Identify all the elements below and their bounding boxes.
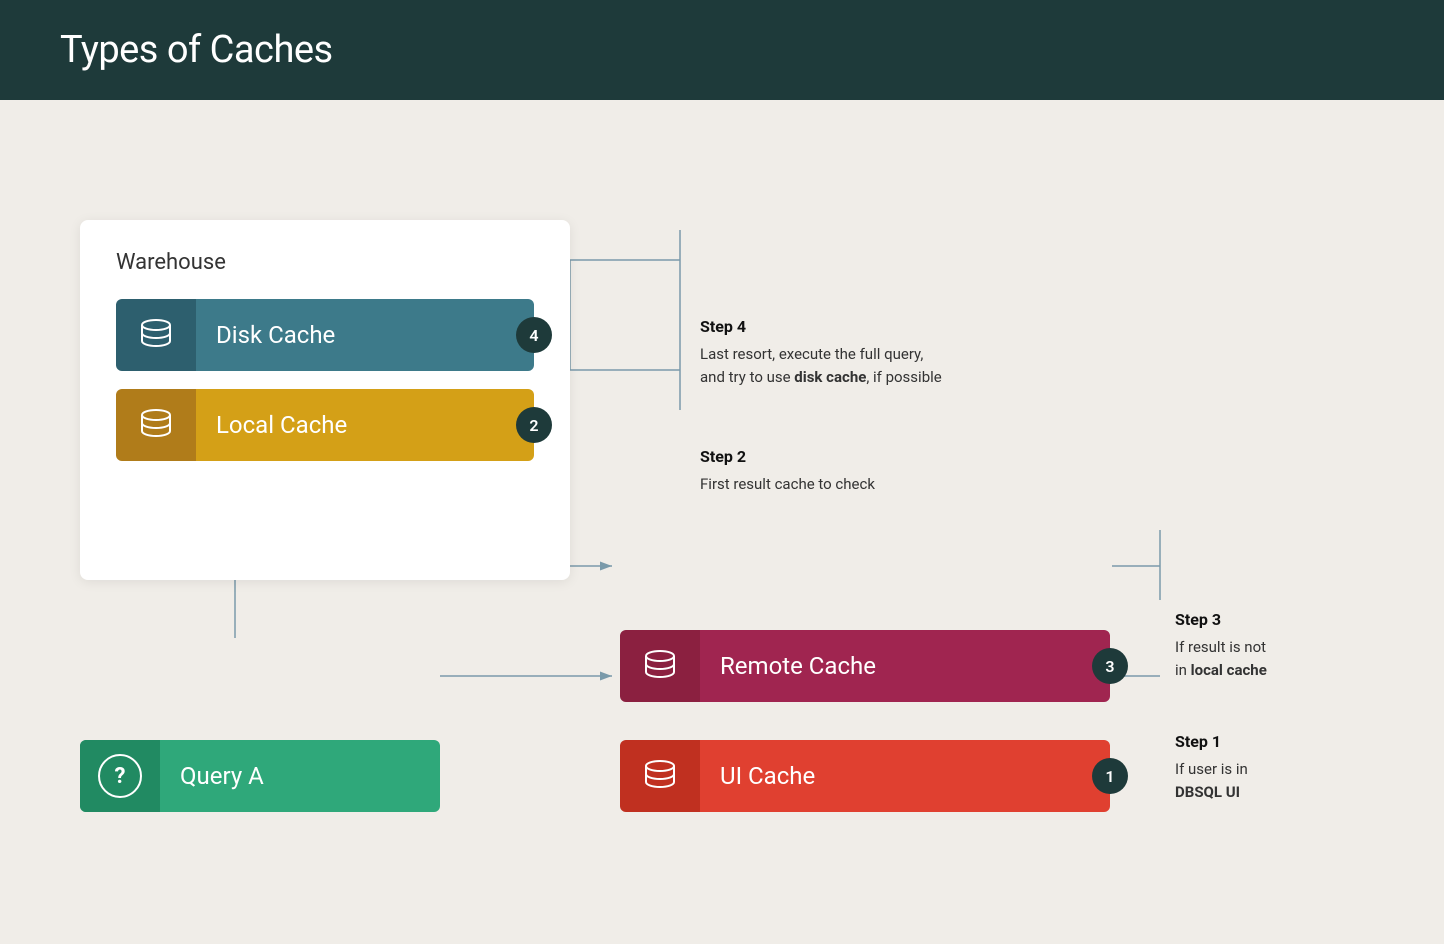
main-content: Warehouse Disk Cache 4 Lo — [0, 100, 1444, 944]
step4-desc: Step 4 Last resort, execute the full que… — [700, 315, 942, 388]
step4-text: Last resort, execute the full query,and … — [700, 345, 942, 386]
page-header: Types of Caches — [0, 0, 1444, 100]
ui-cache-step: 1 — [1092, 758, 1128, 794]
step2-text: First result cache to check — [700, 475, 875, 493]
ui-cache-bar: UI Cache 1 — [620, 740, 1110, 812]
local-cache-icon — [116, 389, 196, 461]
ui-cache-label: UI Cache — [700, 740, 1110, 812]
step3-text: If result is notin local cache — [1175, 638, 1267, 679]
step2-desc: Step 2 First result cache to check — [700, 445, 875, 496]
warehouse-label: Warehouse — [116, 250, 534, 275]
warehouse-box: Warehouse Disk Cache 4 Lo — [80, 220, 570, 580]
step3-title: Step 3 — [1175, 608, 1267, 632]
local-cache-bar: Local Cache 2 — [116, 389, 534, 461]
disk-cache-icon — [116, 299, 196, 371]
step3-desc: Step 3 If result is notin local cache — [1175, 608, 1267, 681]
query-label: Query A — [160, 762, 264, 790]
local-cache-step: 2 — [516, 407, 552, 443]
step2-title: Step 2 — [700, 445, 875, 469]
remote-cache-step: 3 — [1092, 648, 1128, 684]
query-box: ? Query A — [80, 740, 440, 812]
step1-desc: Step 1 If user is inDBSQL UI — [1175, 730, 1248, 803]
query-icon: ? — [80, 740, 160, 812]
step1-text: If user is inDBSQL UI — [1175, 760, 1248, 801]
disk-cache-label: Disk Cache — [196, 299, 534, 371]
remote-cache-bar: Remote Cache 3 — [620, 630, 1110, 702]
disk-cache-bar: Disk Cache 4 — [116, 299, 534, 371]
remote-cache-label: Remote Cache — [700, 630, 1110, 702]
step1-title: Step 1 — [1175, 730, 1248, 754]
ui-cache-icon — [620, 740, 700, 812]
local-cache-label: Local Cache — [196, 389, 534, 461]
page-title: Types of Caches — [60, 28, 333, 72]
question-icon: ? — [98, 754, 142, 798]
disk-cache-step: 4 — [516, 317, 552, 353]
remote-cache-icon — [620, 630, 700, 702]
step4-title: Step 4 — [700, 315, 942, 339]
